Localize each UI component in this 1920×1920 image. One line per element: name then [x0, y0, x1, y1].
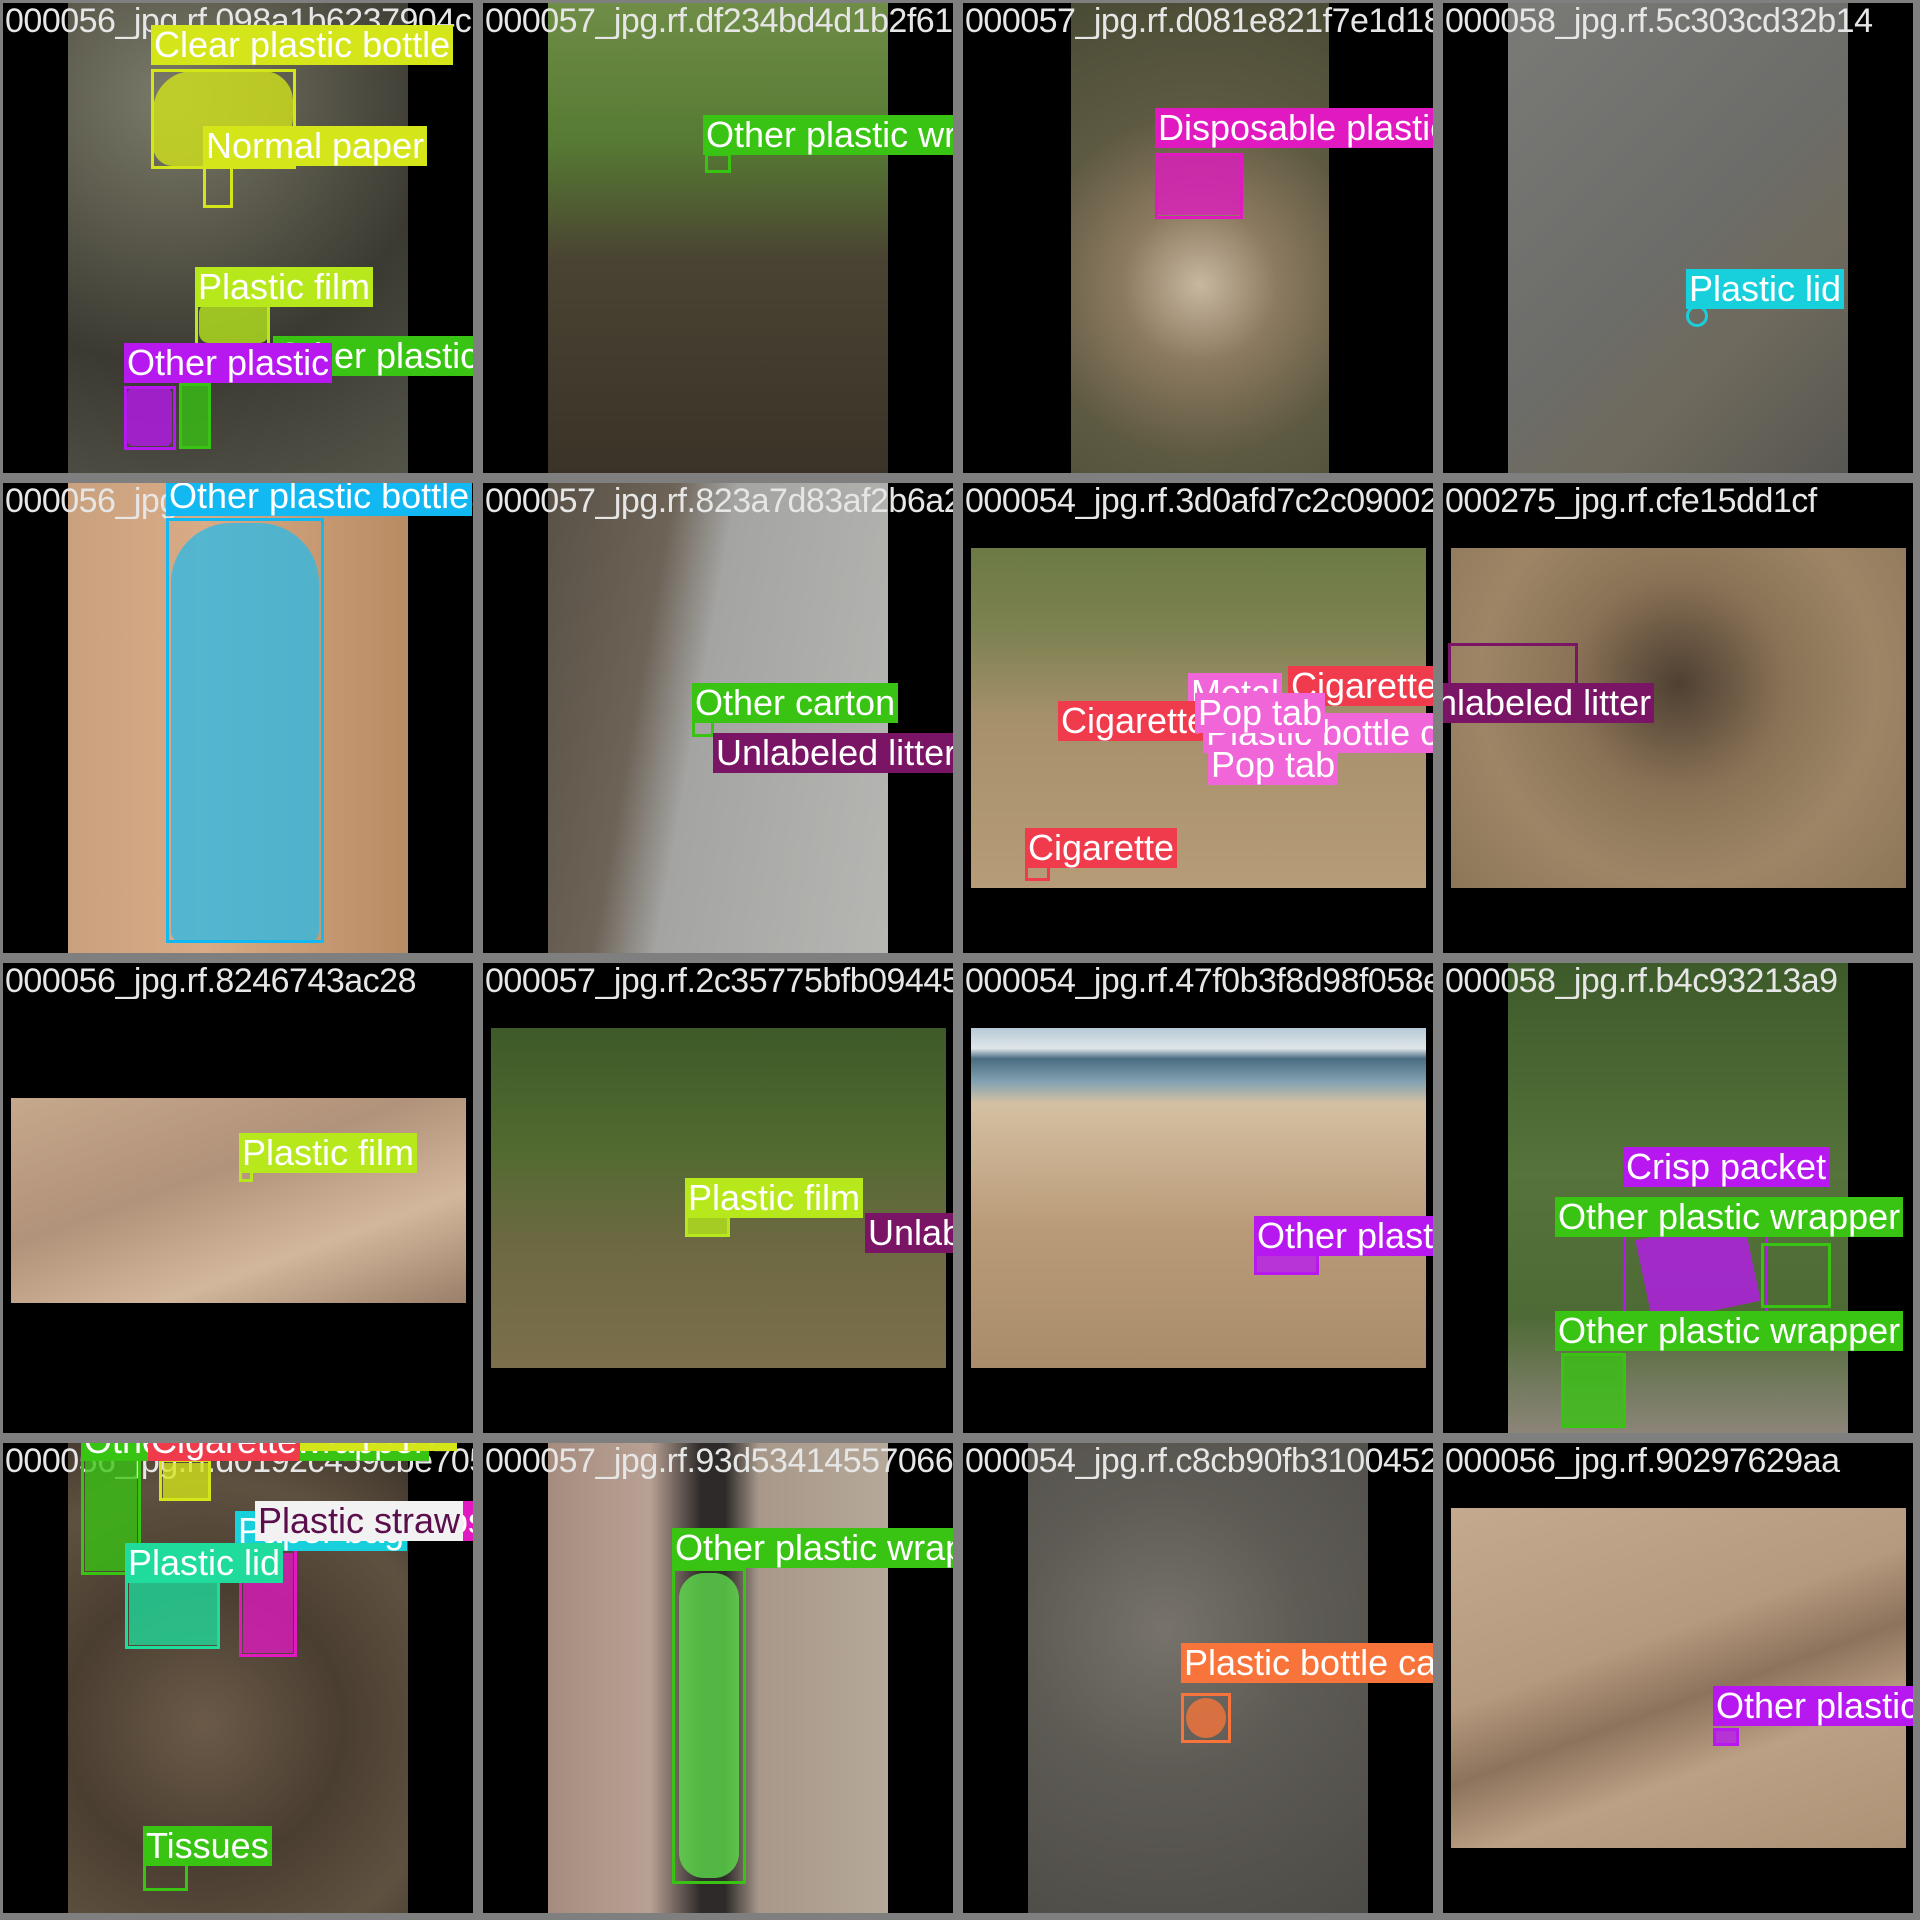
detection-label: Unlabeled litter [713, 733, 953, 773]
filename-label: 000057_jpg.rf.823a7d83af2b6a25a3a5f3f [485, 483, 953, 520]
detection-label: Plastic film [195, 267, 374, 307]
filename-label: 000054_jpg.rf.c8cb90fb3100452e5554c3 [965, 1443, 1433, 1480]
detection-box[interactable] [672, 1568, 746, 1884]
tile-3[interactable]: 000057_jpg.rf.d081e821f7e1d183008851 Dis… [963, 3, 1433, 473]
detection-label: Cigarette [1058, 701, 1211, 741]
tile-13[interactable]: 000056_jpg.rf.d0192c459cbe7055a53d341455… [3, 1443, 473, 1913]
detection-box[interactable] [1713, 1728, 1739, 1746]
filename-label: 000057_jpg.rf.2c35775bfb09445a2f777c7a [485, 963, 953, 1000]
filename-label: 000057_jpg.rf.93d5341455706634b [485, 1443, 953, 1480]
tile-15[interactable]: 000054_jpg.rf.c8cb90fb3100452e5554c3 Pla… [963, 1443, 1433, 1913]
photo-beach-sand [11, 1098, 466, 1303]
photo-dune-grass [1071, 3, 1329, 473]
photo-beach-sea [971, 1028, 1426, 1368]
detection-label: Plastic bottle cap [1181, 1643, 1433, 1683]
filename-label: 000054_jpg.rf.3d0afd7c2c0900275c5f7909 [965, 483, 1433, 520]
photo-path [548, 3, 888, 473]
detection-label: Unlabeled litter [865, 1213, 953, 1253]
tile-12[interactable]: 000058_jpg.rf.b4c93213a9 Crisp packet Ot… [1443, 963, 1913, 1433]
detection-label: Other plastic wrapper [1555, 1311, 1904, 1351]
detection-label: Pop tab [1195, 693, 1326, 733]
filename-label: 000057_jpg.rf.df234bd4d1b2f6185a6942fc0 [485, 3, 953, 40]
detection-label: Disposable plastic cup [1155, 108, 1433, 148]
tile-9[interactable]: 000056_jpg.rf.8246743ac28 Plastic film [3, 963, 473, 1433]
tile-2[interactable]: 000057_jpg.rf.df234bd4d1b2f6185a6942fc0 … [483, 3, 953, 473]
detection-box[interactable] [179, 383, 211, 449]
tile-14[interactable]: 000057_jpg.rf.93d5341455706634b Other pl… [483, 1443, 953, 1913]
detection-label: Clear plastic bottle [151, 25, 454, 65]
detection-label: Other plastic wrapper [703, 115, 953, 155]
photo-road-curb [1508, 3, 1848, 473]
filename-label: 000275_jpg.rf.cfe15dd1cf [1445, 483, 1817, 520]
detection-label: Plastic straw [255, 1501, 464, 1541]
detection-label: Other plastic wrapper [672, 1528, 953, 1568]
filename-label: 000056_jpg.rf.8246743ac28 [5, 963, 417, 1000]
detection-label: Other carton [692, 683, 899, 723]
detection-label: Normal paper [203, 126, 428, 166]
detection-box[interactable] [1561, 1353, 1626, 1428]
tile-11[interactable]: 000054_jpg.rf.47f0b3f8d98f058e9887b4c932… [963, 963, 1433, 1433]
filename-label: 000054_jpg.rf.47f0b3f8d98f058e9887b4c932… [965, 963, 1433, 1000]
detection-label: Plastic film [685, 1178, 864, 1218]
detection-box[interactable] [1155, 153, 1243, 219]
detection-label: Other plastic [124, 343, 333, 383]
detection-label: Pop tab [1208, 745, 1339, 785]
filename-label: 000057_jpg.rf.d081e821f7e1d183008851 [965, 3, 1433, 40]
detection-box[interactable] [166, 518, 324, 943]
tile-6[interactable]: 000057_jpg.rf.823a7d83af2b6a25a3a5f3f Ot… [483, 483, 953, 953]
tile-10[interactable]: 000057_jpg.rf.2c35775bfb09445a2f777c7a P… [483, 963, 953, 1433]
photo-sand-tracks [1451, 1508, 1906, 1848]
detection-label: Plastic lid [1686, 269, 1845, 309]
detection-label: Other plastic [1254, 1216, 1433, 1256]
detection-label: Plastic film [239, 1133, 418, 1173]
detection-label: Other plastic [1713, 1686, 1913, 1726]
filename-label: 000056_jpg.rf.90297629aa [1445, 1443, 1840, 1480]
detection-label: Other plastic bottle [166, 483, 473, 516]
tile-1[interactable]: 000056_jpg.rf.098a1b6237904c1... Clear p… [3, 3, 473, 473]
detection-label: Plastic lid [125, 1543, 284, 1583]
detection-box[interactable] [125, 1579, 220, 1649]
detection-box[interactable] [1761, 1243, 1831, 1308]
detection-box[interactable] [203, 163, 233, 208]
detection-label: Cigarette [1025, 828, 1178, 868]
detection-box[interactable] [124, 386, 176, 450]
detection-label: Unlabeled litter [1443, 683, 1655, 723]
detection-box[interactable] [705, 153, 731, 173]
detection-label: Cigarette [148, 1443, 301, 1461]
tile-16[interactable]: 000056_jpg.rf.90297629aa Other plastic [1443, 1443, 1913, 1913]
tile-5[interactable]: 000056_jpg.rf.102bd88e5a0b260a5d4d02ad O… [3, 483, 473, 953]
detection-box[interactable] [1181, 1693, 1231, 1743]
tile-4[interactable]: 000058_jpg.rf.5c303cd32b14 Plastic lid [1443, 3, 1913, 473]
detection-label: Other plastic wrapper [1555, 1197, 1904, 1237]
tile-8[interactable]: 000275_jpg.rf.cfe15dd1cf Unlabeled litte… [1443, 483, 1913, 953]
detection-label: Crisp packet [1623, 1147, 1830, 1187]
detection-box[interactable] [195, 301, 270, 346]
detection-box[interactable] [159, 1459, 211, 1501]
detection-label: Tissues [143, 1826, 272, 1866]
filename-label: 000058_jpg.rf.b4c93213a9 [1445, 963, 1838, 1000]
filename-label: 000058_jpg.rf.5c303cd32b14 [1445, 3, 1873, 40]
tile-7[interactable]: 000054_jpg.rf.3d0afd7c2c0900275c5f7909 M… [963, 483, 1433, 953]
